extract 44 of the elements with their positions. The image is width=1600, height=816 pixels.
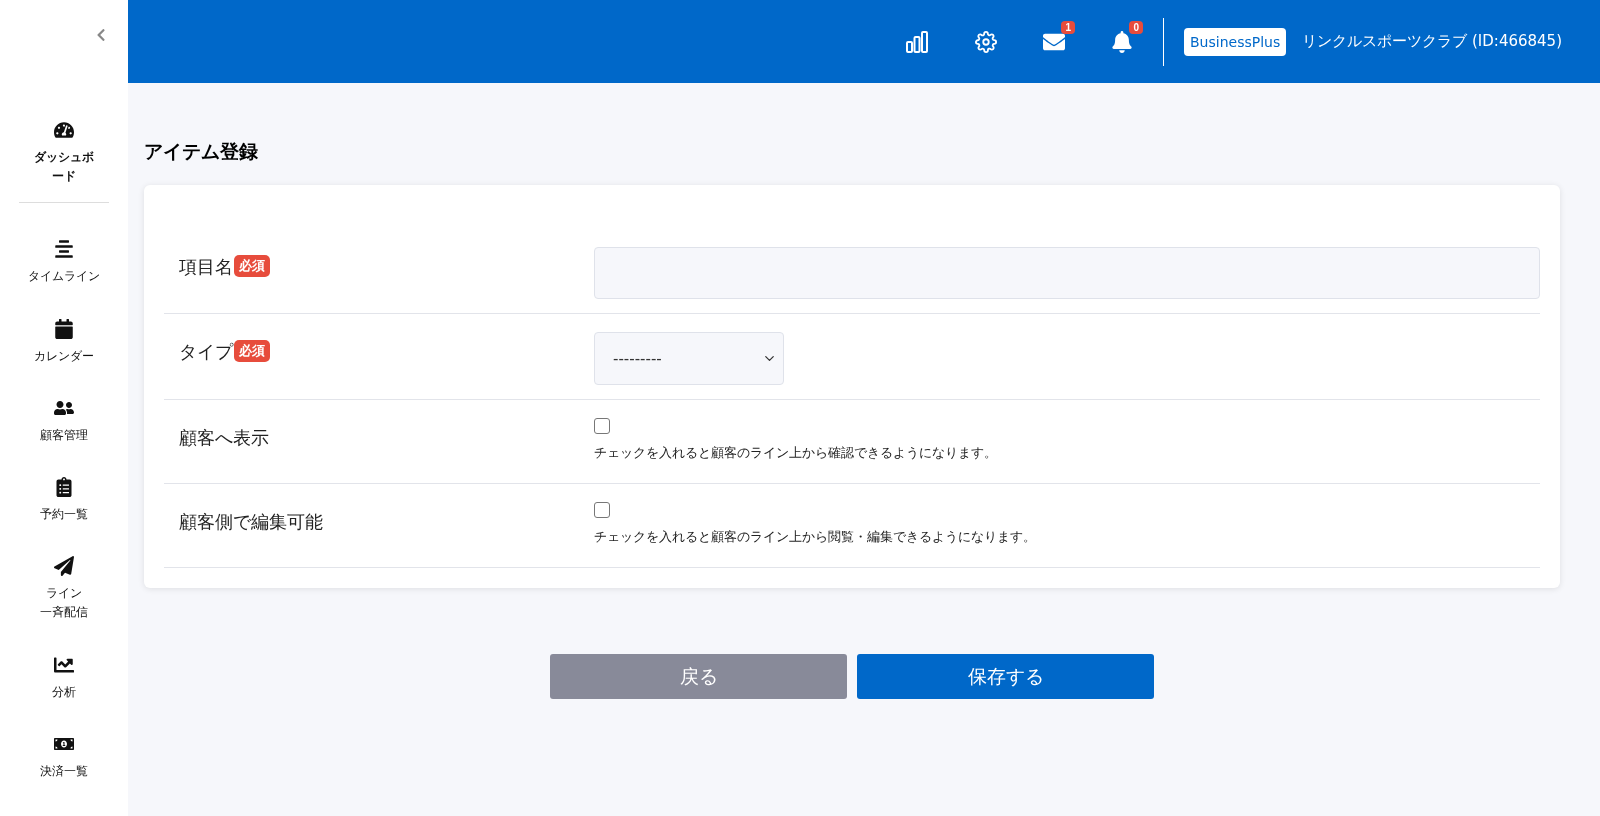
field-label: 項目名 [179,255,233,279]
notification-count-badge: 0 [1129,20,1143,34]
sidebar-item-label: 顧客管理 [40,426,88,444]
notifications-button[interactable]: 0 [1111,20,1143,53]
field-label: タイプ [179,340,233,364]
clipboard-icon [54,476,74,497]
sidebar-item[interactable]: 決済一覧 [40,733,88,781]
sidebar-item[interactable]: ライン 一斉配信 [40,556,88,623]
paper-plane-icon [54,556,74,577]
bar-chart-icon[interactable] [905,29,929,54]
gauge-icon [54,120,74,140]
account-name[interactable]: リンクルスポーツクラブ (ID:466845) [1302,32,1562,51]
bars-icon [54,239,74,260]
required-tag: 必須 [234,340,270,362]
save-button[interactable]: 保存する [857,654,1154,699]
sidebar-item-label: 決済一覧 [40,762,88,780]
settings-icon[interactable] [975,30,997,53]
checkbox[interactable] [594,418,610,434]
sidebar-item-label: カレンダー [34,347,94,365]
sidebar-item-label: 分析 [52,683,76,701]
sidebar-item[interactable]: タイムライン [28,239,100,287]
sidebar-item[interactable]: 顧客管理 [40,397,88,445]
mail-button[interactable]: 1 [1043,20,1075,53]
page-title: アイテム登録 [144,139,259,164]
sidebar-item-label: ライン 一斉配信 [40,585,88,622]
sidebar-item-label: 予約一覧 [40,505,88,523]
mail-count-badge: 1 [1061,20,1075,34]
sidebar-item-label: タイムライン [28,268,100,286]
help-text: チェックを入れると顧客のライン上から閲覧・編集できるようになります。 [594,528,1037,546]
help-text: チェックを入れると顧客のライン上から確認できるようになります。 [594,444,998,462]
field-label: 顧客側で編集可能 [179,510,323,534]
sidebar-item[interactable]: 予約一覧 [40,476,88,525]
field-label: 顧客へ表示 [179,426,269,450]
sidebar-item[interactable]: 分析 [52,654,76,702]
sidebar-item-label: ダッシュボード [33,149,95,186]
required-tag: 必須 [234,255,270,277]
bell-icon [1111,30,1133,53]
sidebar-item[interactable]: ダッシュボード [29,120,99,187]
calendar-icon [54,318,74,339]
plan-badge: BusinessPlus [1184,27,1287,56]
type-select[interactable]: --------- [594,332,784,385]
input-field[interactable] [594,247,1540,299]
sidebar-item[interactable]: カレンダー [34,318,94,366]
checkbox[interactable] [594,502,610,518]
